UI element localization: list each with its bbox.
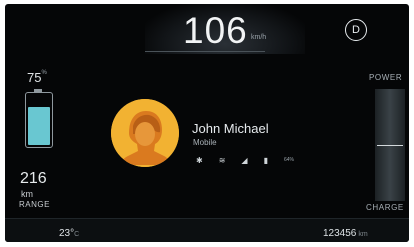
gear-indicator: D — [345, 19, 367, 41]
odometer-readout: 123456 km — [323, 228, 368, 239]
temperature-value: 23° — [59, 228, 75, 239]
battery-percent-sign: % — [41, 70, 47, 76]
speed-divider — [145, 51, 265, 52]
phone-status-row: ✱ ≋ ◢ ▮ 64% — [196, 155, 294, 165]
phone-battery-icon: ▮ — [263, 155, 268, 165]
speed-value: 106 — [183, 10, 248, 51]
range-label: RANGE — [19, 200, 50, 209]
temperature-readout: 23°C — [59, 228, 79, 239]
bluetooth-icon: ✱ — [196, 155, 203, 165]
contact-subtitle: Mobile — [193, 138, 217, 147]
range-value: 216 — [20, 170, 47, 187]
speed-unit: km/h — [251, 34, 267, 41]
contact-avatar[interactable] — [111, 99, 179, 167]
contact-name: John Michael — [192, 121, 269, 136]
battery-icon — [25, 89, 53, 148]
odometer-value: 123456 — [323, 228, 357, 239]
power-label: POWER — [369, 73, 403, 82]
phone-battery-level: 64% — [283, 157, 294, 163]
temperature-unit: C — [74, 231, 80, 238]
battery-percent-value: 75 — [27, 70, 42, 85]
signal-icon: ◢ — [241, 155, 248, 165]
battery-fill — [28, 107, 50, 145]
range-unit: km — [21, 189, 33, 199]
wifi-icon: ≋ — [218, 155, 226, 165]
charge-label: CHARGE — [366, 203, 404, 212]
dashboard-screen: 106 km/h D 75% 216 km RANGE John Michael… — [5, 4, 409, 242]
battery-percent: 75% — [27, 70, 47, 85]
avatar-person-icon — [111, 99, 179, 167]
odometer-unit: km — [358, 231, 368, 238]
gauge-zero-marker — [377, 145, 403, 146]
